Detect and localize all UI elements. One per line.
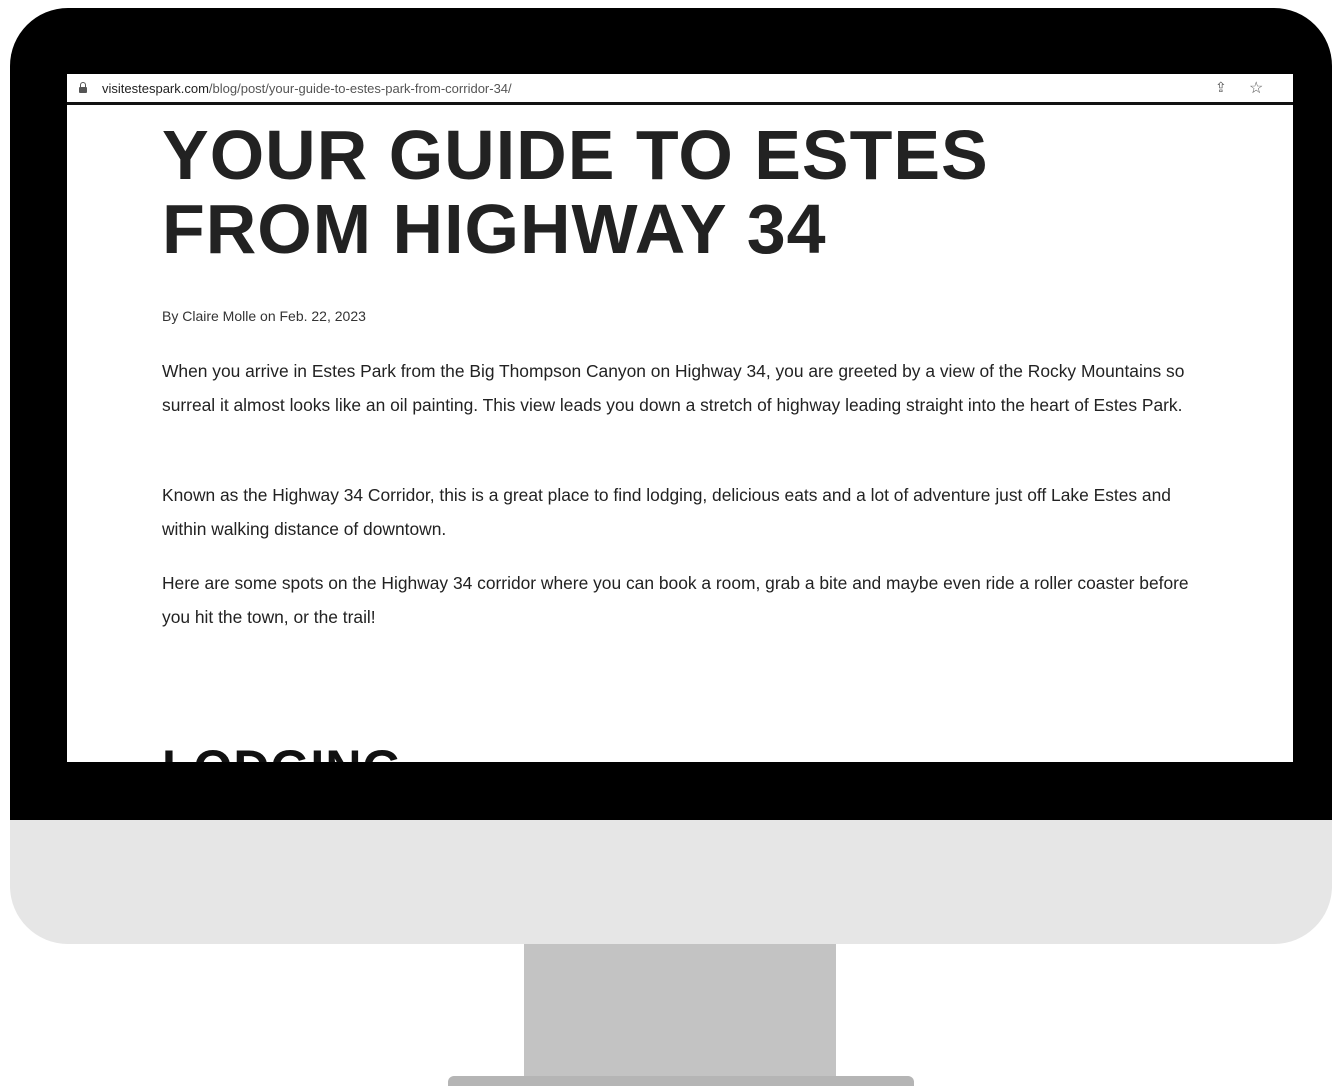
article-paragraph: Here are some spots on the Highway 34 co… xyxy=(162,573,1189,627)
article-paragraph: When you arrive in Estes Park from the B… xyxy=(162,361,1185,415)
lock-icon xyxy=(79,82,87,93)
address-bar[interactable]: visitestespark.com/blog/post/your-guide-… xyxy=(67,74,1293,105)
browser-screen: visitestespark.com/blog/post/your-guide-… xyxy=(67,74,1293,762)
url-path: /blog/post/your-guide-to-estes-park-from… xyxy=(208,81,512,96)
monitor-stand xyxy=(524,944,836,1080)
star-icon[interactable]: ☆ xyxy=(1249,78,1263,98)
article-title: YOUR GUIDE TO ESTES FROM HIGHWAY 34 xyxy=(162,116,989,268)
share-icon[interactable]: ⇪ xyxy=(1215,79,1227,96)
url-host: visitestespark.com xyxy=(102,81,209,96)
article-byline: By Claire Molle on Feb. 22, 2023 xyxy=(162,308,366,324)
url-text[interactable]: visitestespark.com/blog/post/your-guide-… xyxy=(102,81,512,96)
monitor-stand-base xyxy=(448,1076,914,1086)
article-content: YOUR GUIDE TO ESTES FROM HIGHWAY 34 By C… xyxy=(162,116,1202,762)
article-paragraph: Known as the Highway 34 Corridor, this i… xyxy=(162,485,1171,539)
monitor-chin xyxy=(10,820,1332,944)
section-heading-lodging: LODGING xyxy=(162,738,402,762)
